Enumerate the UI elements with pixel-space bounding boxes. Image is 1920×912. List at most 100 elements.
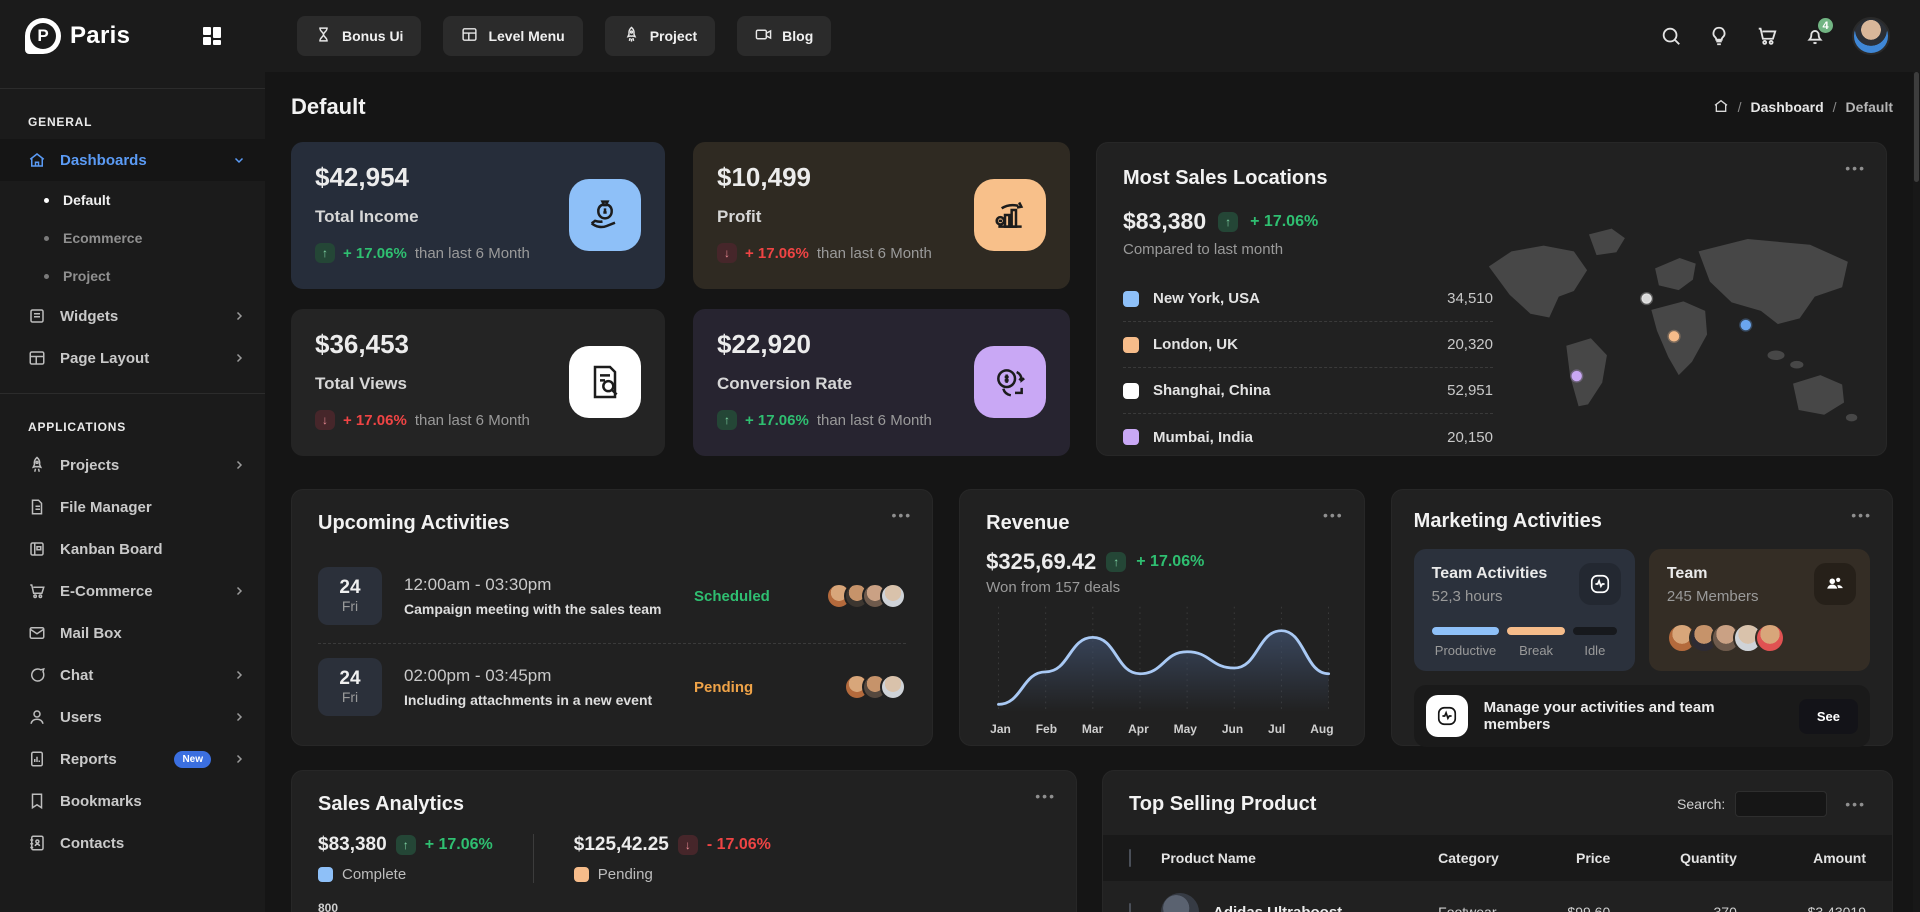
row-checkbox[interactable]: [1129, 903, 1131, 912]
trend-percent: + 17.06%: [745, 245, 809, 262]
user-avatar[interactable]: [1852, 17, 1890, 55]
search-icon[interactable]: [1660, 25, 1682, 47]
select-all-checkbox[interactable]: [1129, 849, 1131, 867]
location-row: New York, USA 34,510: [1123, 276, 1493, 322]
home-icon: [28, 151, 46, 169]
upcoming-activities-card: Upcoming Activities 24 Fri 12:00am - 03:…: [291, 489, 933, 746]
activity-row[interactable]: 24 Fri 02:00pm - 03:45pm Including attac…: [318, 643, 906, 734]
breadcrumb: / Dashboard / Default: [1713, 98, 1893, 117]
see-button[interactable]: See: [1799, 699, 1858, 734]
y-axis-label: 800: [318, 901, 1050, 912]
rocket-icon: [28, 456, 46, 474]
sidebar-item-project[interactable]: Project: [0, 257, 265, 295]
more-icon[interactable]: [1035, 789, 1056, 803]
sidebar-item-contacts[interactable]: Contacts: [0, 822, 265, 864]
trend-up-icon: [396, 835, 416, 855]
app-name: Paris: [70, 22, 130, 50]
sidebar-item-projects[interactable]: Projects: [0, 444, 265, 486]
dashboard-app: P Paris Bonus Ui Level Menu Project: [0, 0, 1920, 912]
breadcrumb-default: Default: [1846, 99, 1893, 115]
home-icon[interactable]: [1713, 98, 1729, 117]
card-title: Sales Analytics: [318, 793, 1050, 816]
legend-dot: [1123, 337, 1139, 353]
stat-card-profit[interactable]: $10,499 Profit + 17.06% than last 6 Mont…: [693, 142, 1070, 289]
products-table: Product Name Category Price Quantity Amo…: [1103, 835, 1892, 912]
sidebar-item-chat[interactable]: Chat: [0, 654, 265, 696]
activity-pulse-icon: [1426, 695, 1468, 737]
project-button[interactable]: Project: [605, 16, 715, 56]
trend-up-icon: [717, 410, 737, 430]
breadcrumb-dashboard[interactable]: Dashboard: [1751, 99, 1824, 115]
month-label: Jun: [1222, 722, 1243, 736]
pending-stat: $125,42.25 - 17.06% Pending: [533, 834, 811, 883]
page-scrollbar[interactable]: [1913, 72, 1920, 912]
cart-icon[interactable]: [1756, 25, 1778, 47]
mail-icon: [28, 624, 46, 642]
status-badge: Pending: [694, 679, 804, 696]
avatar: [880, 583, 906, 609]
layout-icon: [28, 349, 46, 367]
month-label: Jan: [990, 722, 1011, 736]
sidebar-item-dashboards[interactable]: Dashboards: [0, 139, 265, 181]
product-image: [1161, 893, 1199, 912]
activity-row[interactable]: 24 Fri 12:00am - 03:30pm Campaign meetin…: [318, 553, 906, 643]
month-label: Apr: [1128, 722, 1149, 736]
stat-card-conversion-rate[interactable]: $22,920 Conversion Rate + 17.06% than la…: [693, 309, 1070, 456]
trend-up-icon: [1106, 552, 1126, 572]
sidebar-item-file-manager[interactable]: File Manager: [0, 486, 265, 528]
bullet-icon: [44, 198, 49, 203]
chevron-down-icon: [233, 154, 245, 166]
bonus-ui-button[interactable]: Bonus Ui: [297, 16, 421, 56]
more-icon[interactable]: [1845, 161, 1866, 175]
apps-grid-icon[interactable]: [202, 26, 222, 46]
sidebar-item-mail-box[interactable]: Mail Box: [0, 612, 265, 654]
activity-text: Including attachments in a new event: [404, 692, 694, 708]
chevron-right-icon: [233, 352, 245, 364]
trend-up-icon: [1218, 212, 1238, 232]
file-icon: [28, 498, 46, 516]
sidebar-item-page-layout[interactable]: Page Layout: [0, 337, 265, 379]
month-label: Aug: [1310, 722, 1333, 736]
sidebar-item-ecommerce-app[interactable]: E-Commerce: [0, 570, 265, 612]
chevron-right-icon: [233, 711, 245, 723]
sidebar-item-bookmarks[interactable]: Bookmarks: [0, 780, 265, 822]
activity-text: Campaign meeting with the sales team: [404, 601, 694, 617]
bullet-icon: [44, 236, 49, 241]
scrollbar-thumb[interactable]: [1914, 72, 1919, 182]
sidebar-section-applications: APPLICATIONS: [0, 394, 265, 444]
sidebar-item-kanban-board[interactable]: Kanban Board: [0, 528, 265, 570]
more-icon[interactable]: [1845, 796, 1866, 812]
chevron-right-icon: [233, 585, 245, 597]
level-menu-button[interactable]: Level Menu: [443, 16, 582, 56]
stat-card-total-income[interactable]: $42,954 Total Income + 17.06% than last …: [291, 142, 665, 289]
cart-icon: [28, 582, 46, 600]
map-dot-new-york: [1741, 320, 1751, 330]
avatar: [1755, 623, 1785, 653]
map-dot-shanghai: [1641, 293, 1651, 303]
month-label: May: [1174, 722, 1197, 736]
stat-card-total-views[interactable]: $36,453 Total Views + 17.06% than last 6…: [291, 309, 665, 456]
team-people-icon: [1814, 563, 1856, 605]
sidebar-item-users[interactable]: Users: [0, 696, 265, 738]
more-icon[interactable]: [1851, 508, 1872, 522]
blog-button[interactable]: Blog: [737, 16, 831, 56]
month-label: Feb: [1036, 722, 1057, 736]
sidebar-item-widgets[interactable]: Widgets: [0, 295, 265, 337]
app-logo[interactable]: P Paris: [25, 18, 130, 54]
top-selling-product-card: Top Selling Product Search: Product Name…: [1102, 770, 1893, 912]
sidebar-item-default[interactable]: Default: [0, 181, 265, 219]
logo-icon: P: [25, 18, 61, 54]
search-label: Search:: [1677, 796, 1725, 812]
notifications-bell-icon[interactable]: 4: [1804, 25, 1826, 47]
sidebar-item-ecommerce[interactable]: Ecommerce: [0, 219, 265, 257]
chart-growth-icon: [974, 179, 1046, 251]
theme-bulb-icon[interactable]: [1708, 25, 1730, 47]
sidebar-item-reports[interactable]: Reports New: [0, 738, 265, 780]
search-input[interactable]: [1735, 791, 1827, 817]
more-icon[interactable]: [891, 508, 912, 522]
video-icon: [755, 26, 772, 46]
table-row[interactable]: Adidas Ultraboost Footwear $99.60 370 $3…: [1103, 881, 1892, 912]
activity-time: 02:00pm - 03:45pm: [404, 666, 694, 686]
more-icon[interactable]: [1323, 508, 1344, 522]
product-quantity: 370: [1636, 881, 1763, 912]
